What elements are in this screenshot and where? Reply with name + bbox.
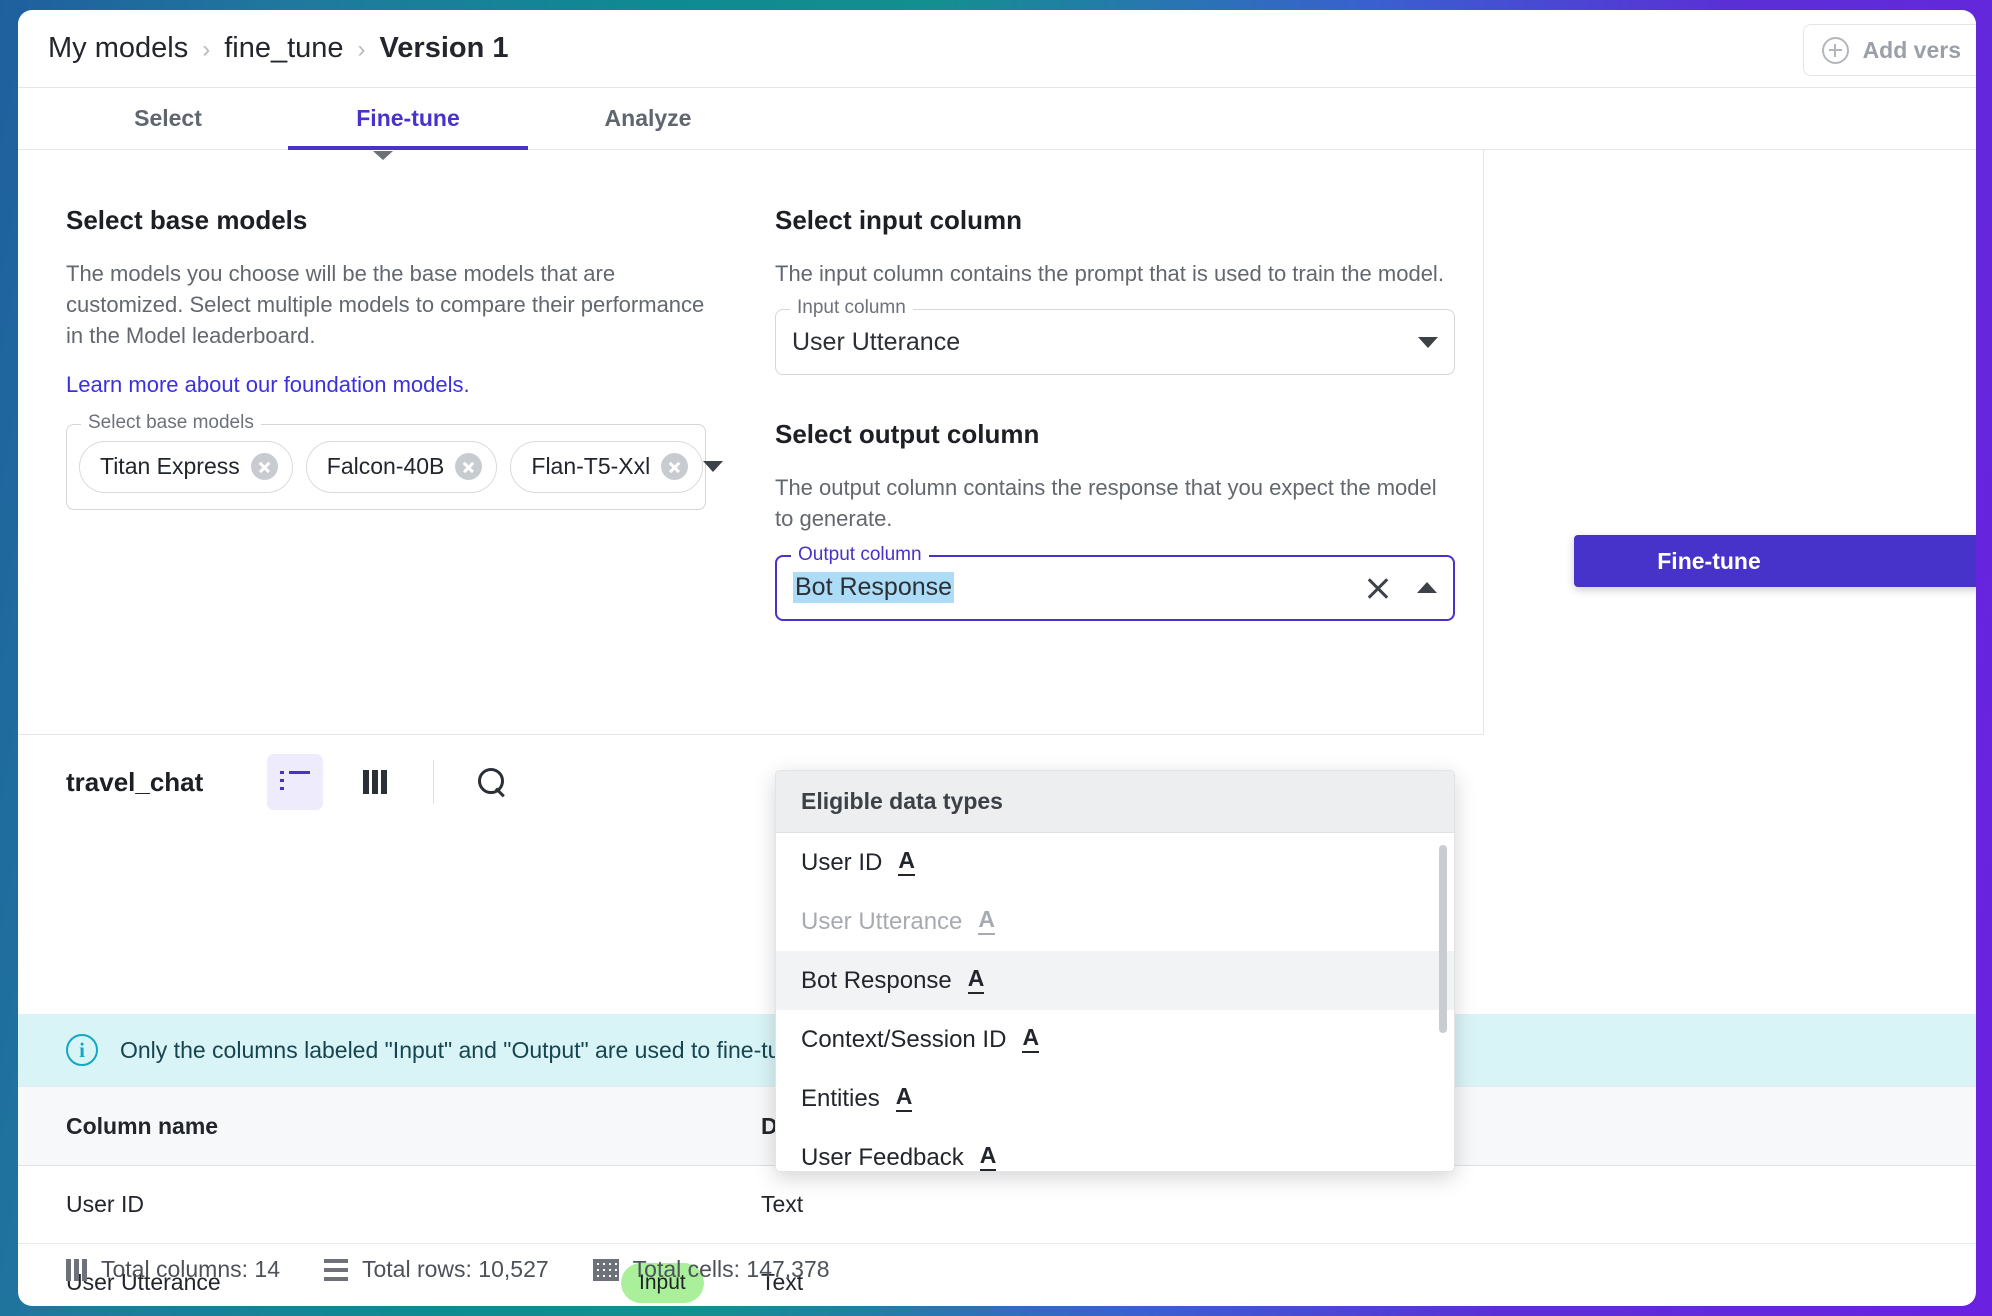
columns-icon bbox=[66, 1258, 87, 1281]
dropdown-scrollbar[interactable] bbox=[1439, 845, 1447, 1033]
stat-label: Total cells: 147,378 bbox=[632, 1256, 830, 1282]
text-type-icon: A bbox=[895, 1085, 913, 1112]
remove-chip-icon[interactable] bbox=[250, 453, 278, 481]
remove-chip-icon[interactable] bbox=[661, 453, 689, 481]
rows-icon bbox=[323, 1258, 348, 1281]
stat-total-columns: Total columns: 14 bbox=[66, 1256, 280, 1283]
input-column-description: The input column contains the prompt tha… bbox=[775, 261, 1444, 286]
base-models-title: Select base models bbox=[66, 205, 308, 235]
base-models-description: The models you choose will be the base m… bbox=[66, 261, 705, 349]
dropdown-option-list: User ID A User Utterance A Bot Response … bbox=[776, 833, 1454, 1171]
search-button[interactable] bbox=[464, 754, 520, 810]
chip-titan-express[interactable]: Titan Express bbox=[79, 440, 293, 493]
foundation-models-link[interactable]: Learn more about our foundation models. bbox=[66, 372, 470, 398]
option-label: User Feedback bbox=[801, 1143, 964, 1171]
text-type-icon: A bbox=[979, 1144, 997, 1171]
breadcrumb-item-version-1[interactable]: Version 1 bbox=[380, 32, 509, 65]
option-label: Context/Session ID bbox=[801, 1025, 1007, 1053]
remove-chip-icon[interactable] bbox=[455, 453, 483, 481]
dataset-stats: Total columns: 14 Total rows: 10,527 Tot… bbox=[18, 1256, 830, 1283]
add-version-label: Add vers bbox=[1862, 36, 1961, 63]
dropdown-group-header: Eligible data types bbox=[776, 771, 1454, 833]
breadcrumb-separator-icon: › bbox=[202, 36, 211, 63]
dropdown-option-user-utterance: User Utterance A bbox=[776, 892, 1454, 951]
stat-total-cells: Total cells: 147,378 bbox=[592, 1256, 830, 1283]
dropdown-option-entities[interactable]: Entities A bbox=[776, 1069, 1454, 1128]
list-view-button[interactable] bbox=[267, 754, 324, 810]
tab-bar: Select Fine-tune Analyze bbox=[18, 88, 1976, 160]
chip-label: Flan-T5-Xxl bbox=[531, 453, 651, 480]
chip-label: Falcon-40B bbox=[326, 453, 445, 480]
cell-data-type: Text bbox=[761, 1191, 804, 1217]
base-models-select[interactable]: Select base models Titan Express Falcon-… bbox=[66, 412, 724, 510]
chevron-down-icon[interactable] bbox=[703, 461, 724, 473]
output-column-legend: Output column bbox=[791, 544, 929, 564]
option-label: Bot Response bbox=[801, 966, 952, 994]
dropdown-option-bot-response[interactable]: Bot Response A bbox=[776, 951, 1454, 1010]
main-content: Select base models The models you choose… bbox=[18, 150, 1976, 1305]
column-view-icon bbox=[363, 770, 388, 794]
chip-label: Titan Express bbox=[100, 453, 240, 480]
output-column-dropdown[interactable]: Eligible data types User ID A User Utter… bbox=[775, 770, 1455, 1172]
list-view-icon bbox=[280, 771, 311, 793]
text-type-icon: A bbox=[967, 967, 985, 994]
text-type-icon: A bbox=[1022, 1026, 1040, 1053]
input-column-legend: Input column bbox=[790, 298, 913, 318]
tab-analyze[interactable]: Analyze bbox=[528, 88, 768, 150]
stat-label: Total rows: 10,527 bbox=[361, 1256, 549, 1282]
column-view-button[interactable] bbox=[347, 754, 403, 810]
tab-select[interactable]: Select bbox=[48, 88, 288, 150]
table-row[interactable]: User ID Text bbox=[18, 1166, 1976, 1244]
text-type-icon: A bbox=[978, 908, 996, 935]
toolbar-divider bbox=[433, 760, 435, 804]
input-column-title: Select input column bbox=[775, 205, 1023, 235]
app-header: My models › fine_tune › Version 1 Add ve… bbox=[18, 10, 1976, 88]
breadcrumb-item-my-models[interactable]: My models bbox=[48, 32, 188, 65]
breadcrumb-separator-icon: › bbox=[357, 36, 366, 63]
config-panel: Select base models The models you choose… bbox=[18, 150, 1484, 735]
input-column-value: User Utterance bbox=[792, 327, 961, 356]
search-icon bbox=[478, 768, 506, 796]
dropdown-option-user-id[interactable]: User ID A bbox=[776, 833, 1454, 892]
stat-label: Total columns: 14 bbox=[101, 1256, 280, 1282]
info-banner-text: Only the columns labeled "Input" and "Ou… bbox=[120, 1036, 819, 1063]
output-column-select[interactable]: Output column Bot Response bbox=[775, 544, 1455, 621]
breadcrumb-item-fine-tune[interactable]: fine_tune bbox=[224, 32, 343, 65]
columns-section: Select input column The input column con… bbox=[775, 205, 1455, 621]
chip-flan-t5-xxl[interactable]: Flan-T5-Xxl bbox=[510, 440, 704, 493]
chevron-up-icon[interactable] bbox=[1417, 582, 1437, 594]
base-model-chip-list: Titan Express Falcon-40B Flan-T5-Xxl bbox=[79, 440, 704, 493]
app-window: My models › fine_tune › Version 1 Add ve… bbox=[18, 10, 1976, 1306]
close-icon[interactable] bbox=[1365, 575, 1391, 601]
dropdown-option-user-feedback[interactable]: User Feedback A bbox=[776, 1128, 1454, 1171]
fine-tune-button[interactable]: Fine-tune bbox=[1574, 535, 1976, 587]
option-label: User ID bbox=[801, 848, 883, 876]
cells-icon bbox=[592, 1258, 619, 1281]
output-column-description: The output column contains the response … bbox=[775, 475, 1437, 532]
base-models-legend: Select base models bbox=[81, 412, 261, 432]
option-label: Entities bbox=[801, 1084, 880, 1112]
add-version-button[interactable]: Add vers bbox=[1802, 24, 1976, 76]
chip-falcon-40b[interactable]: Falcon-40B bbox=[305, 440, 498, 493]
cell-column-name: User ID bbox=[66, 1191, 144, 1217]
action-panel bbox=[1484, 150, 1976, 735]
output-column-value[interactable]: Bot Response bbox=[793, 572, 955, 604]
output-column-title: Select output column bbox=[775, 419, 1040, 450]
info-icon: i bbox=[66, 1034, 98, 1066]
tab-fine-tune[interactable]: Fine-tune bbox=[288, 88, 528, 150]
base-models-section: Select base models The models you choose… bbox=[66, 205, 724, 510]
input-column-select[interactable]: Input column User Utterance bbox=[775, 298, 1455, 376]
chevron-down-icon[interactable] bbox=[1418, 336, 1438, 348]
text-type-icon: A bbox=[898, 849, 915, 876]
dataset-name: travel_chat bbox=[66, 766, 204, 797]
breadcrumb: My models › fine_tune › Version 1 bbox=[18, 32, 509, 65]
option-label: User Utterance bbox=[801, 907, 963, 935]
stat-total-rows: Total rows: 10,527 bbox=[323, 1256, 549, 1283]
dropdown-option-context-session-id[interactable]: Context/Session ID A bbox=[776, 1010, 1454, 1069]
header-column-name: Column name bbox=[66, 1112, 219, 1139]
plus-circle-icon bbox=[1821, 36, 1849, 64]
